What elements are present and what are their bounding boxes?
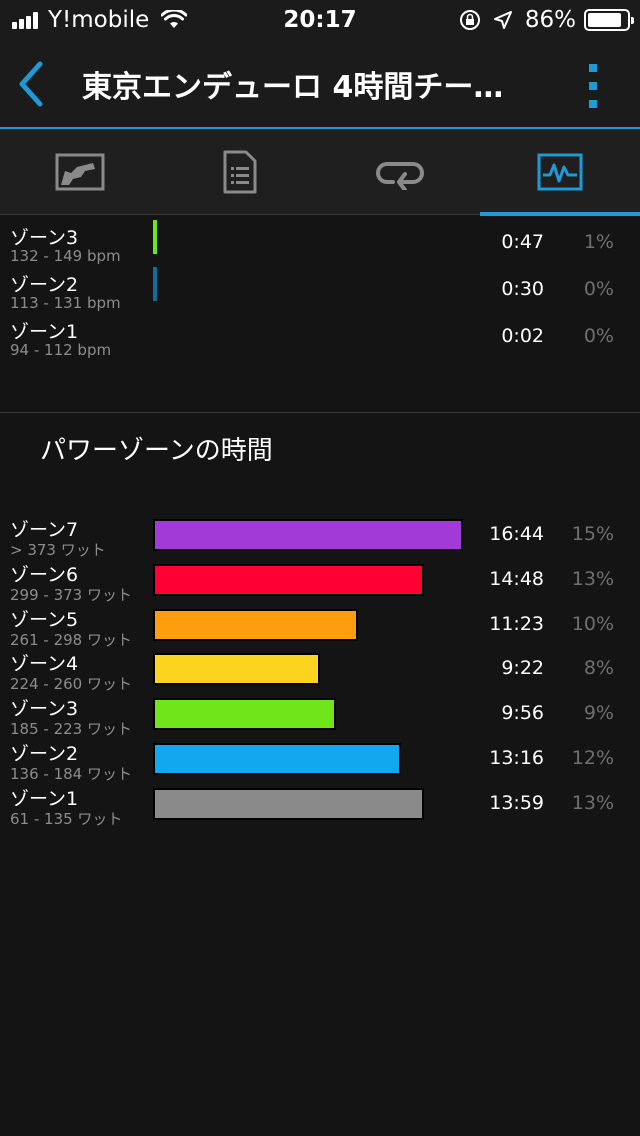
tab-summary[interactable] [160, 129, 320, 215]
zone-name: ゾーン1 [10, 787, 79, 810]
status-bar: Y!mobile 20:17 86% [0, 0, 640, 40]
zone-row: ゾーン1 94 - 112 bpm 0:02 0% [0, 317, 640, 362]
zone-range: 113 - 131 bpm [10, 294, 121, 312]
zone-bar [153, 743, 401, 775]
zone-range: 299 - 373 ワット [10, 585, 132, 604]
zone-time: 0:47 [501, 231, 544, 253]
activity-title: 東京エンデューロ 4時間チー… [82, 70, 504, 105]
summary-document-icon [223, 150, 257, 194]
zone-range: 224 - 260 ワット [10, 675, 132, 694]
zone-percentage: 9% [583, 702, 614, 725]
zone-percentage: 12% [571, 747, 614, 769]
zone-range: 136 - 184 ワット [10, 765, 132, 783]
tab-bar [0, 129, 640, 216]
zone-percentage: 13% [571, 567, 614, 590]
battery-percentage: 86% [524, 7, 576, 33]
chevron-left-icon [19, 61, 43, 107]
chart-monitor-icon [537, 153, 583, 191]
section-divider [0, 412, 640, 413]
zone-time: 14:48 [489, 567, 544, 590]
zone-time: 13:59 [489, 791, 544, 814]
zone-row: ゾーン1 61 - 135 ワット 13:59 13% [0, 784, 640, 829]
zone-range: 132 - 149 bpm [10, 247, 121, 265]
zone-row: ゾーン4 224 - 260 ワット 9:22 8% [0, 649, 640, 694]
zone-time: 0:02 [501, 325, 544, 347]
zone-bar [153, 653, 320, 686]
zone-bar [153, 608, 358, 641]
zone-row: ゾーン3 185 - 223 ワット 9:56 9% [0, 694, 640, 739]
zone-range: 185 - 223 ワット [10, 720, 132, 739]
map-icon [55, 153, 105, 191]
zone-name: ゾーン3 [10, 227, 79, 249]
zone-name: ゾーン4 [10, 653, 79, 676]
tab-charts[interactable] [480, 129, 640, 216]
zone-name: ゾーン1 [10, 321, 79, 343]
navigation-bar: 東京エンデューロ 4時間チー… [0, 40, 640, 128]
more-options-button[interactable] [586, 64, 600, 108]
rotation-lock-icon [459, 10, 480, 30]
zone-range: 61 - 135 ワット [10, 809, 123, 828]
zone-bar [153, 267, 157, 301]
zone-percentage: 15% [571, 523, 614, 545]
zone-name: ゾーン6 [10, 563, 79, 586]
laps-loop-icon [376, 162, 424, 190]
battery-icon [584, 9, 634, 31]
zone-time: 16:44 [489, 523, 544, 545]
zone-range: 261 - 298 ワット [10, 630, 132, 649]
zone-percentage: 8% [583, 657, 614, 680]
zone-time: 9:22 [501, 657, 544, 680]
zone-name: ゾーン5 [10, 608, 79, 631]
zone-time: 9:56 [501, 702, 544, 725]
zone-name: ゾーン2 [10, 274, 79, 296]
zone-percentage: 0% [583, 278, 614, 300]
tab-laps[interactable] [320, 129, 480, 215]
zone-name: ゾーン3 [10, 698, 79, 721]
zone-row: ゾーン2 113 - 131 bpm 0:30 0% [0, 267, 640, 315]
zone-row: ゾーン2 136 - 184 ワット 13:16 12% [0, 739, 640, 784]
zone-name: ゾーン7 [10, 519, 79, 541]
zone-percentage: 1% [583, 231, 614, 253]
zone-bar [153, 563, 424, 596]
zone-bar [153, 787, 424, 820]
zone-row: ゾーン5 261 - 298 ワット 11:23 10% [0, 605, 640, 650]
zone-time: 13:16 [489, 747, 544, 769]
zone-percentage: 13% [571, 791, 614, 814]
zone-percentage: 0% [583, 325, 614, 347]
zone-row: ゾーン7 > 373 ワット 16:44 15% [0, 515, 640, 560]
zone-bar [153, 519, 463, 551]
zone-row: ゾーン3 132 - 149 bpm 0:47 1% [0, 220, 640, 268]
zone-bar [153, 220, 157, 254]
location-arrow-icon [493, 11, 512, 29]
zone-row: ゾーン6 299 - 373 ワット 14:48 13% [0, 560, 640, 605]
tab-map[interactable] [0, 129, 160, 215]
zone-time: 0:30 [501, 278, 544, 300]
zone-range: > 373 ワット [10, 541, 106, 559]
zone-percentage: 10% [571, 612, 614, 635]
zone-bar [153, 698, 336, 731]
zone-name: ゾーン2 [10, 743, 79, 765]
back-button[interactable] [12, 60, 52, 108]
power-zone-section-title: パワーゾーンの時間 [40, 436, 273, 466]
zone-range: 94 - 112 bpm [10, 341, 112, 359]
zone-time: 11:23 [489, 612, 544, 635]
